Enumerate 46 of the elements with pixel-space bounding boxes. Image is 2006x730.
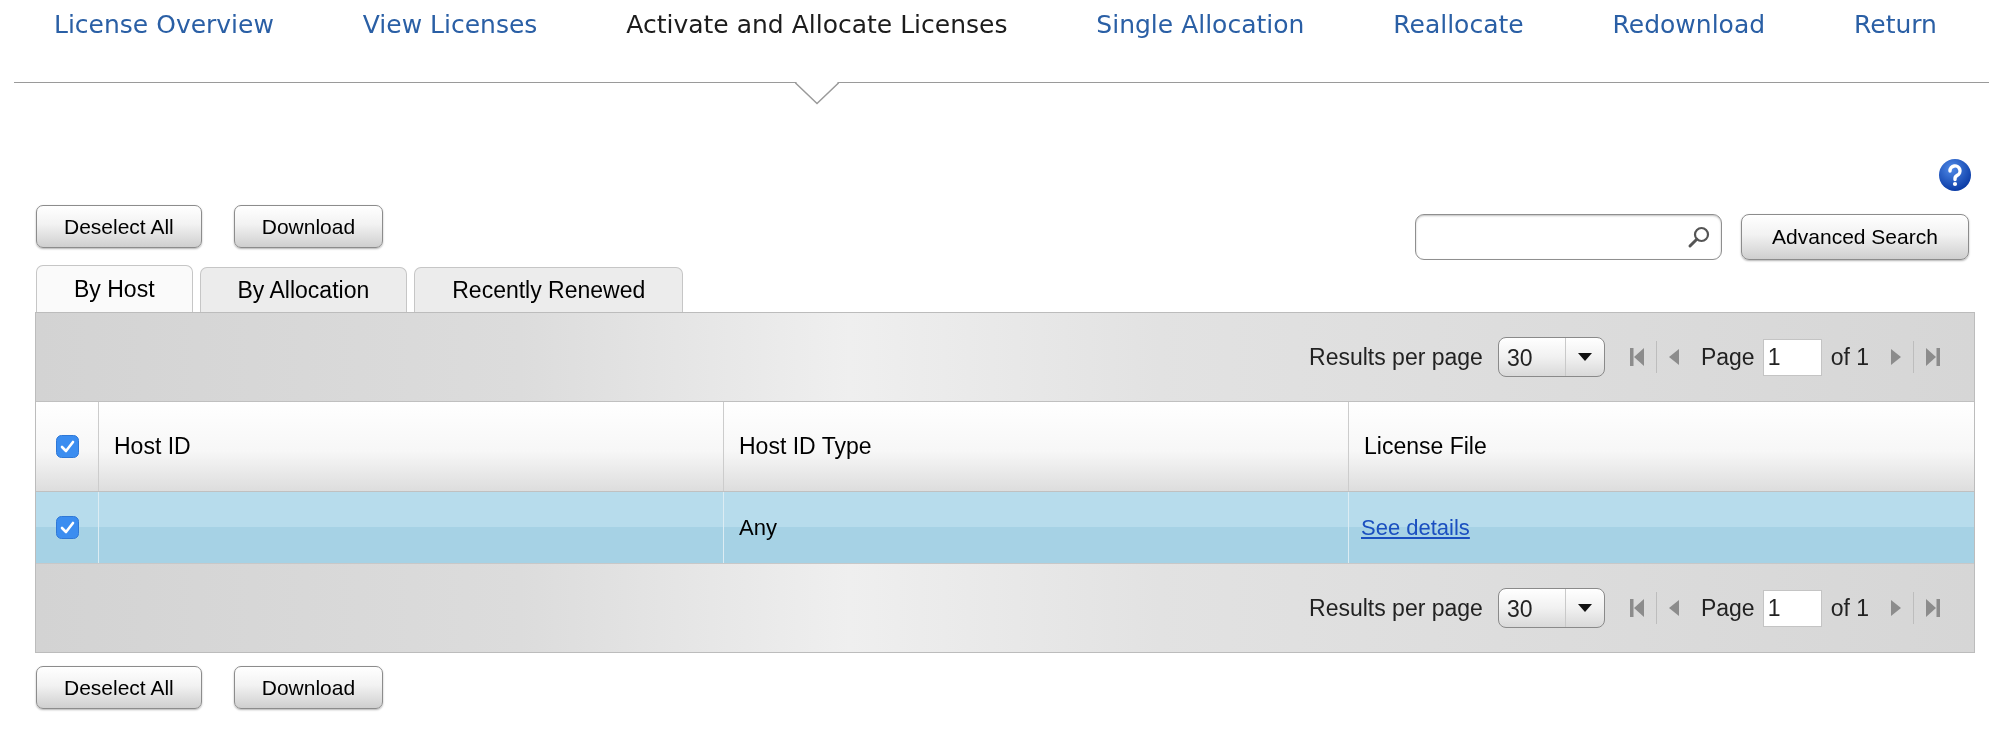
column-header: License File bbox=[1363, 432, 1488, 462]
download-button[interactable]: Download bbox=[233, 205, 384, 248]
next-page-icon[interactable] bbox=[1891, 600, 1901, 616]
per-page-select[interactable]: 30 bbox=[1497, 588, 1605, 628]
nav-link[interactable]: Return bbox=[1854, 0, 1937, 44]
page-number-field[interactable]: 1 bbox=[1762, 338, 1822, 376]
deselect-all-button[interactable]: Deselect All bbox=[36, 205, 202, 248]
details-link[interactable]: See details bbox=[1361, 511, 1470, 544]
page-number-field[interactable]: 1 bbox=[1762, 589, 1822, 627]
download-button[interactable]: Download bbox=[233, 666, 384, 709]
nav-link[interactable]: Reallocate bbox=[1393, 0, 1524, 44]
caret-icon bbox=[1577, 604, 1592, 612]
tab[interactable]: Recently Renewed bbox=[414, 267, 684, 312]
previous-page-icon[interactable] bbox=[1668, 600, 1679, 616]
next-page-icon[interactable] bbox=[1891, 349, 1901, 365]
page-count-label: of 1 bbox=[1830, 342, 1869, 372]
nav-link[interactable]: License Overview bbox=[54, 0, 274, 44]
select-all-checkbox[interactable] bbox=[55, 435, 79, 458]
caret-icon bbox=[1577, 353, 1592, 361]
results-per-page-label: Results per page bbox=[1309, 342, 1483, 372]
search-icon bbox=[1687, 225, 1711, 249]
tab[interactable]: By Allocation bbox=[199, 267, 408, 312]
first-page-icon[interactable] bbox=[1629, 599, 1644, 617]
nav-link[interactable]: Single Allocation bbox=[1096, 0, 1305, 44]
nav-link[interactable]: View Licenses bbox=[362, 0, 538, 44]
tab[interactable]: By Host bbox=[36, 265, 193, 312]
last-page-icon[interactable] bbox=[1926, 348, 1940, 366]
page-label: Page bbox=[1700, 593, 1755, 623]
search-field[interactable] bbox=[1415, 214, 1722, 260]
column-header: Host ID Type bbox=[724, 402, 1349, 491]
advanced-search-button[interactable]: Advanced Search bbox=[1741, 214, 1969, 260]
help-icon[interactable] bbox=[1939, 159, 1971, 191]
table-cell-text: Any bbox=[739, 514, 777, 542]
deselect-all-button[interactable]: Deselect All bbox=[36, 666, 202, 709]
page-label: Page bbox=[1700, 342, 1755, 372]
column-header: Host ID bbox=[99, 402, 724, 491]
first-page-icon[interactable] bbox=[1629, 348, 1644, 366]
nav-link[interactable]: Activate and Allocate Licenses bbox=[626, 0, 1008, 44]
per-page-select[interactable]: 30 bbox=[1497, 337, 1605, 377]
results-per-page-label: Results per page bbox=[1309, 593, 1483, 623]
table-row[interactable]: Any See details bbox=[36, 492, 1974, 564]
last-page-icon[interactable] bbox=[1926, 599, 1940, 617]
previous-page-icon[interactable] bbox=[1668, 349, 1679, 365]
page-count-label: of 1 bbox=[1830, 593, 1869, 623]
row-checkbox[interactable] bbox=[55, 516, 79, 539]
nav-link[interactable]: Redownload bbox=[1612, 0, 1766, 44]
